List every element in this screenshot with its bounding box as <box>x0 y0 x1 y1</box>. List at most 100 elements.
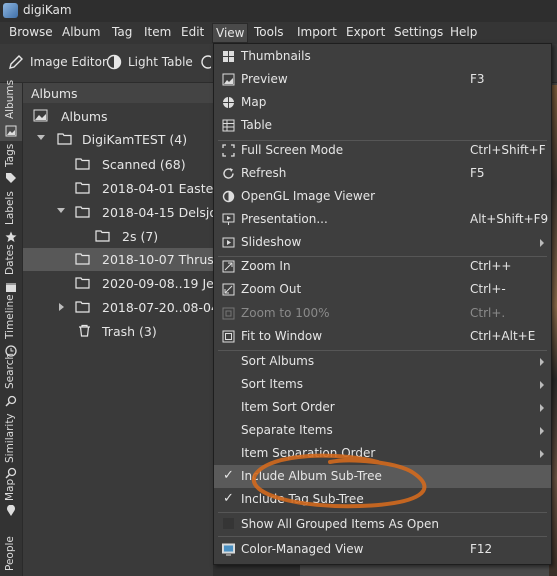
menu-item-zoom-out[interactable]: Zoom Out Ctrl+- <box>214 278 551 301</box>
album-row-trash[interactable]: Trash (3) <box>23 320 213 343</box>
tab-search[interactable]: Search <box>0 353 22 409</box>
menu-item-refresh[interactable]: Refresh F5 <box>214 162 551 185</box>
album-row[interactable]: 2018-07-20..08-04 <box>23 296 219 319</box>
submenu-arrow-icon <box>540 358 544 366</box>
expand-arrow-icon[interactable] <box>57 208 65 213</box>
light-table-button[interactable]: Light Table <box>106 54 193 72</box>
menu-settings[interactable]: Settings <box>394 25 443 39</box>
album-row[interactable]: DigiKamTEST (4) <box>23 128 213 151</box>
menu-item-sort-items[interactable]: Sort Items <box>214 373 551 396</box>
menu-separator <box>218 536 547 537</box>
menu-item-preview[interactable]: Preview F3 <box>214 68 551 91</box>
menu-item-label: Preview <box>241 72 288 86</box>
menu-item-label: Item Separation Order <box>241 446 376 460</box>
menu-edit[interactable]: Edit <box>181 25 204 39</box>
album-row[interactable]: 2018-04-01 Easter <box>23 177 218 200</box>
tab-similarity[interactable]: Similarity <box>0 411 22 479</box>
submenu-arrow-icon <box>540 381 544 389</box>
tab-labels[interactable]: Labels <box>0 191 22 245</box>
tab-tags[interactable]: Tags <box>0 143 22 191</box>
thumbnails-icon <box>223 51 234 62</box>
menu-item-map[interactable]: Map <box>214 91 551 114</box>
menu-item-presentation[interactable]: Presentation... Alt+Shift+F9 <box>214 208 551 231</box>
album-row-selected[interactable]: 2018-10-07 Thrusth <box>23 248 227 271</box>
collapse-arrow-icon[interactable] <box>59 303 64 311</box>
menu-item-label: Zoom Out <box>241 282 302 296</box>
album-row[interactable]: Scanned (68) <box>23 153 213 176</box>
menu-item-shortcut: Ctrl+Alt+E <box>470 329 536 343</box>
album-label: DigiKamTEST (4) <box>82 132 188 147</box>
menu-item-label: Color-Managed View <box>241 542 364 556</box>
menu-item-shortcut: F5 <box>470 166 485 180</box>
albums-icon <box>5 125 17 137</box>
albums-icon <box>33 109 48 122</box>
tab-map-label: Map <box>4 478 16 501</box>
album-row[interactable]: 2020-09-08..19 Jey <box>23 272 221 295</box>
menu-album[interactable]: Album <box>62 25 100 39</box>
menu-view[interactable]: View <box>212 23 249 43</box>
menu-item-zoom-in[interactable]: Zoom In Ctrl++ <box>214 255 551 278</box>
trash-icon <box>79 324 90 337</box>
menu-item-label: Sort Albums <box>241 354 315 368</box>
tab-map[interactable]: Map <box>0 475 22 523</box>
album-label: Albums <box>61 109 108 124</box>
menu-item-shortcut: F3 <box>470 72 485 86</box>
expand-arrow-icon[interactable] <box>37 135 45 140</box>
menu-import[interactable]: Import <box>297 25 337 39</box>
folder-icon <box>57 133 72 145</box>
menu-item-label: Zoom In <box>241 259 291 273</box>
tab-dates[interactable]: Dates <box>0 244 22 297</box>
menu-item-include-album-subtree[interactable]: ✓ Include Album Sub-Tree <box>214 465 551 488</box>
menu-item-label: Include Album Sub-Tree <box>241 469 382 483</box>
image-editor-button[interactable]: Image Editor <box>8 54 107 72</box>
menu-browse[interactable]: Browse <box>9 25 53 39</box>
album-row[interactable]: 2018-04-15 Delsjon <box>23 201 225 224</box>
menu-item-label: Map <box>241 95 267 109</box>
menu-item-shortcut: Ctrl++ <box>470 259 512 273</box>
menu-item-thumbnails[interactable]: Thumbnails <box>214 45 551 68</box>
map-pin-icon <box>7 505 15 516</box>
tab-labels-label: Labels <box>4 191 16 225</box>
tab-tags-label: Tags <box>4 143 16 167</box>
menu-item-fit-window[interactable]: Fit to Window Ctrl+Alt+E <box>214 325 551 348</box>
menu-item-separate-items[interactable]: Separate Items <box>214 419 551 442</box>
menu-item-label: Separate Items <box>241 423 333 437</box>
menu-item-shortcut: Ctrl+- <box>470 282 506 296</box>
menu-item-shortcut: F12 <box>470 542 493 556</box>
menu-item-table[interactable]: Table <box>214 114 551 137</box>
light-table-icon <box>106 54 122 70</box>
digikam-app-icon <box>3 3 18 18</box>
menu-item-opengl-viewer[interactable]: OpenGL Image Viewer <box>214 185 551 208</box>
toolbar-partial-icon[interactable] <box>199 54 211 72</box>
tab-dates-label: Dates <box>4 244 16 275</box>
tab-people[interactable]: People <box>0 525 22 576</box>
zoom-out-icon <box>222 283 235 296</box>
menu-bar: Browse Album Tag Item Edit View Tools Im… <box>0 22 557 44</box>
refresh-icon <box>223 168 234 179</box>
menu-help[interactable]: Help <box>450 25 477 39</box>
menu-item-slideshow[interactable]: Slideshow <box>214 231 551 254</box>
submenu-arrow-icon <box>540 239 544 247</box>
album-row-root[interactable]: Albums <box>23 105 213 128</box>
map-icon <box>223 97 234 108</box>
menu-item-include-tag-subtree[interactable]: ✓ Include Tag Sub-Tree <box>214 488 551 511</box>
menu-item-item-sort-order[interactable]: Item Sort Order <box>214 396 551 419</box>
menu-item-sort-albums[interactable]: Sort Albums <box>214 350 551 373</box>
menu-item-zoom-100[interactable]: Zoom to 100% Ctrl+. <box>214 302 551 325</box>
menu-item-show-grouped-open[interactable]: Show All Grouped Items As Open <box>214 513 551 536</box>
menu-item-full-screen[interactable]: Full Screen Mode Ctrl+Shift+F <box>214 139 551 162</box>
menu-item-label: Include Tag Sub-Tree <box>241 492 364 506</box>
menu-item-color-managed-view[interactable]: Color-Managed View F12 <box>214 538 551 561</box>
folder-icon <box>75 253 90 265</box>
tab-timeline[interactable]: Timeline <box>0 294 22 357</box>
menu-tag[interactable]: Tag <box>112 25 132 39</box>
album-row[interactable]: 2s (7) <box>23 225 213 248</box>
tab-albums[interactable]: Albums <box>0 80 22 141</box>
menu-tools[interactable]: Tools <box>254 25 284 39</box>
menu-item-label: Table <box>241 118 273 132</box>
menu-item-item-separation-order[interactable]: Item Separation Order <box>214 442 551 465</box>
menu-export[interactable]: Export <box>346 25 385 39</box>
albums-panel: Albums Albums DigiKamTEST (4) Scanned (6… <box>23 83 227 576</box>
image-editor-label: Image Editor <box>30 55 107 69</box>
menu-item[interactable]: Item <box>144 25 171 39</box>
